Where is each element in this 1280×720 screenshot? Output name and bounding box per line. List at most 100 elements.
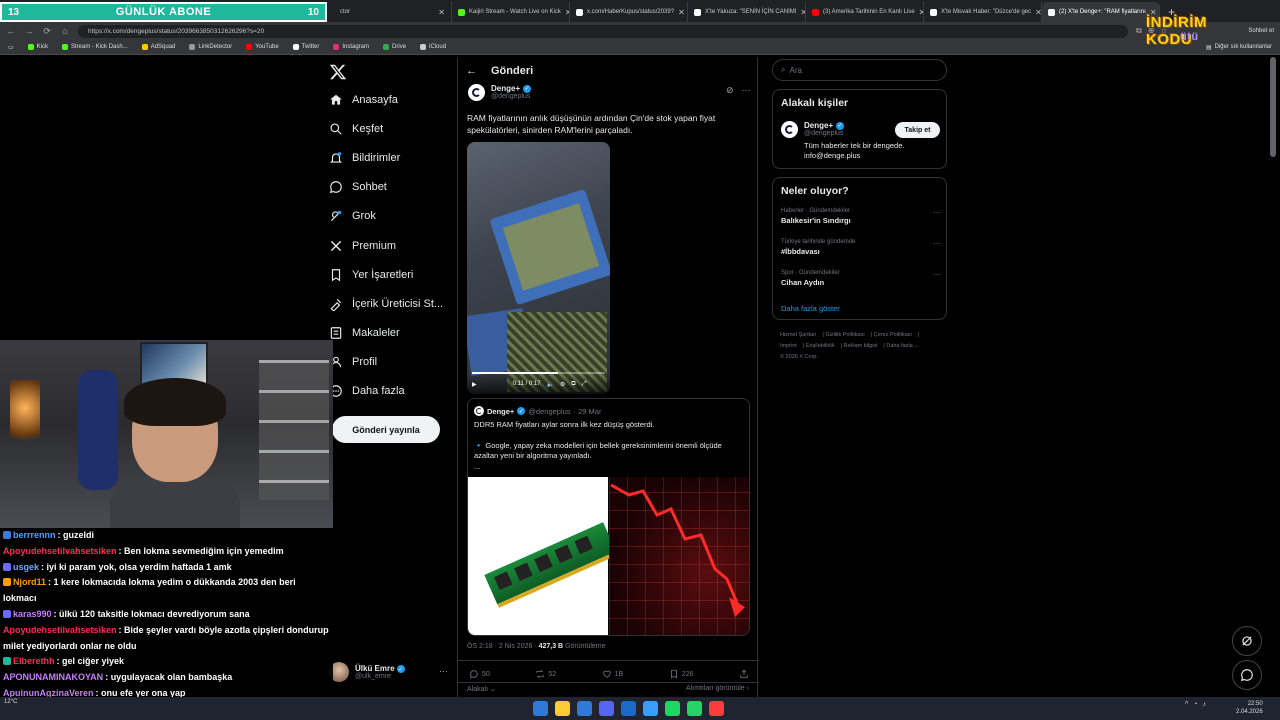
nav-item-bookmarks[interactable]: Yer İşaretleri	[329, 260, 443, 289]
show-more-link[interactable]: Daha fazla göster	[781, 304, 840, 313]
author-name[interactable]: Denge+ ✓	[491, 84, 532, 93]
browser-tab[interactable]: X'te Misvak Haber: "Düzce'de gec ✕	[924, 2, 1042, 22]
bookmark-item[interactable]: YouTube	[246, 44, 279, 50]
bookmark-item[interactable]: iCloud	[420, 44, 446, 50]
bookmark-item[interactable]: Twitter	[292, 44, 319, 50]
chevron-up-icon[interactable]: ^	[1185, 701, 1188, 708]
whatsapp-icon[interactable]	[687, 701, 702, 716]
footer-link[interactable]: Imprint	[780, 343, 797, 349]
nav-item-articles[interactable]: Makaleler	[329, 319, 443, 348]
reload-icon[interactable]: ⟳	[42, 26, 52, 37]
discord-icon[interactable]	[599, 701, 614, 716]
volume-icon[interactable]: ♪	[1203, 701, 1207, 708]
close-tab-icon[interactable]: ✕	[1035, 8, 1041, 17]
post-time[interactable]: ÖS 2:18 · 2 Nis 2026 ·	[467, 643, 539, 650]
browser-tab[interactable]: (3) Amerika Tarihinin En Kanlı Lise✕	[806, 2, 924, 22]
steam-icon[interactable]	[621, 701, 636, 716]
translate-icon[interactable]: ⧉	[1136, 26, 1142, 36]
author-handle[interactable]: @dengeplus	[491, 93, 531, 100]
falling-chart-image[interactable]	[609, 477, 749, 635]
back-arrow-icon[interactable]: ←	[466, 65, 477, 77]
more-horizontal-icon[interactable]: ···	[933, 239, 941, 248]
browser-tab-active[interactable]: (2) X'te Denge+: "RAM fiyatlarını ✕	[1042, 2, 1160, 22]
denge-avatar[interactable]	[781, 121, 798, 138]
more-horizontal-icon[interactable]: ···	[933, 270, 941, 279]
post-button[interactable]: Gönderi yayınla	[332, 416, 440, 443]
nav-item-explore[interactable]: Keşfet	[329, 114, 443, 143]
messages-fab[interactable]	[1232, 660, 1262, 690]
fullscreen-icon[interactable]: ⤢	[582, 381, 587, 388]
browser-tab[interactable]: X'te Yakuza: "SENİN İÇİN CANIMI✕	[688, 2, 806, 22]
nav-item-grok[interactable]: Grok	[329, 202, 443, 231]
reply-button[interactable]: 50	[469, 669, 490, 679]
nav-item-home[interactable]: Anasayfa	[329, 85, 443, 114]
grok-fab[interactable]	[1232, 626, 1262, 656]
more-horizontal-icon[interactable]: ···	[439, 666, 448, 676]
bookmark-item[interactable]: Stream - Kick Dash...	[62, 44, 128, 50]
nav-item-creator-studio[interactable]: İçerik Üreticisi St...	[329, 289, 443, 318]
trend-item[interactable]: Haberler · Gündemdekiler Balıkesir'in Sı…	[781, 208, 941, 225]
bookmark-item[interactable]: Drive	[383, 44, 406, 50]
bookmark-item[interactable]: AdSquad	[141, 44, 175, 50]
footer-link[interactable]: Daha fazla ...	[886, 343, 918, 349]
x-logo-icon[interactable]	[329, 63, 347, 81]
follow-button[interactable]: Takip et	[895, 122, 940, 138]
ram-stick-image[interactable]	[468, 477, 618, 635]
search-input[interactable]: ⌕ Ara	[772, 59, 947, 81]
post-author[interactable]: Denge+ ✓ @dengeplus	[468, 84, 532, 101]
video-player[interactable]: ▶ 0:11 / 0:17 🔈 ⚙ ⧉ ⤢	[467, 142, 610, 394]
footer-link[interactable]: Reklam bilgisi	[843, 343, 877, 349]
forward-icon[interactable]: →	[24, 26, 34, 36]
settings-icon[interactable]: ⚙	[560, 381, 565, 388]
bookmark-item[interactable]: LinkDetector	[189, 44, 232, 50]
footer-link[interactable]: Hizmet Şartları	[780, 332, 816, 338]
related-dropdown[interactable]: Alakalı ⌄	[467, 685, 496, 693]
related-person[interactable]: Denge+ ✓ @dengeplus Tüm haberler tek bir …	[781, 121, 904, 161]
browser-tab[interactable]: Kaijiri Stream - Watch Live on Kick✕	[452, 2, 570, 22]
url-field[interactable]: https://x.com/dengeplus/status/203966385…	[78, 24, 1128, 38]
denge-avatar[interactable]	[468, 84, 485, 101]
share-button[interactable]	[739, 669, 749, 679]
view-quotes-link[interactable]: Alımtıları görüntüle ›	[686, 685, 749, 693]
bookmark-item[interactable]: Instagram	[333, 44, 369, 50]
browser-tab[interactable]: ctor ✕	[334, 2, 452, 22]
bookmark-item[interactable]: Kick	[27, 44, 48, 50]
browser-tab[interactable]: x.com/HaberKupus/status/2039? ✕	[570, 2, 688, 22]
close-tab-icon[interactable]: ✕	[678, 8, 685, 17]
more-horizontal-icon[interactable]: ···	[933, 208, 941, 217]
bookmark-button[interactable]: 226	[669, 669, 693, 679]
volume-icon[interactable]: 🔈	[547, 381, 554, 388]
file-explorer-icon[interactable]	[555, 701, 570, 716]
grok-icon[interactable]: ⊘	[726, 85, 734, 96]
account-switcher[interactable]: Ülkü Emre ✓ @ulk_emre ···	[329, 660, 449, 684]
nav-item-chat[interactable]: Sohbet	[329, 173, 443, 202]
taskbar-clock[interactable]: 22:50 2.04.2026	[1236, 700, 1263, 716]
related-person-name[interactable]: Denge+ ✓	[804, 121, 904, 130]
quoted-post[interactable]: Denge+ ✓ @dengeplus · 29 Mar DDR5 RAM fi…	[467, 398, 750, 636]
trend-item[interactable]: Spor · Gündemdekiler Cihan Aydın ···	[781, 270, 941, 287]
more-horizontal-icon[interactable]: ···	[742, 85, 751, 96]
nav-item-profile[interactable]: Profil	[329, 348, 443, 377]
footer-link[interactable]: Çerez Politikası	[874, 332, 912, 338]
nav-item-notifications[interactable]: Bildirimler	[329, 143, 443, 172]
apps-icon[interactable]: ▭	[8, 44, 14, 51]
weather-widget[interactable]: 12°C	[4, 699, 17, 705]
repost-button[interactable]: 52	[535, 669, 556, 679]
back-icon[interactable]: ←	[6, 26, 16, 36]
home-icon[interactable]: ⌂	[60, 26, 70, 36]
wifi-icon[interactable]: ◔	[1193, 701, 1197, 708]
close-tab-icon[interactable]: ✕	[438, 8, 445, 17]
like-button[interactable]: 1B	[602, 669, 623, 679]
scrollbar-thumb[interactable]	[1270, 57, 1276, 157]
pip-icon[interactable]: ⧉	[571, 381, 575, 388]
play-icon[interactable]: ▶	[472, 381, 477, 388]
trend-item[interactable]: Türkiye tarihinde gündemde #İbbdavası ··…	[781, 239, 941, 256]
related-person-email[interactable]: info@denge.plus	[804, 151, 904, 161]
browser-icon[interactable]	[643, 701, 658, 716]
footer-link[interactable]: Erişilebilirlik	[806, 343, 835, 349]
footer-link[interactable]: Gizlilik Politikası	[825, 332, 864, 338]
start-icon[interactable]	[533, 701, 548, 716]
nav-item-more[interactable]: Daha fazla	[329, 377, 443, 406]
edge-icon[interactable]	[577, 701, 592, 716]
sidebar-chat-label[interactable]: Sohbet et	[1248, 28, 1274, 34]
